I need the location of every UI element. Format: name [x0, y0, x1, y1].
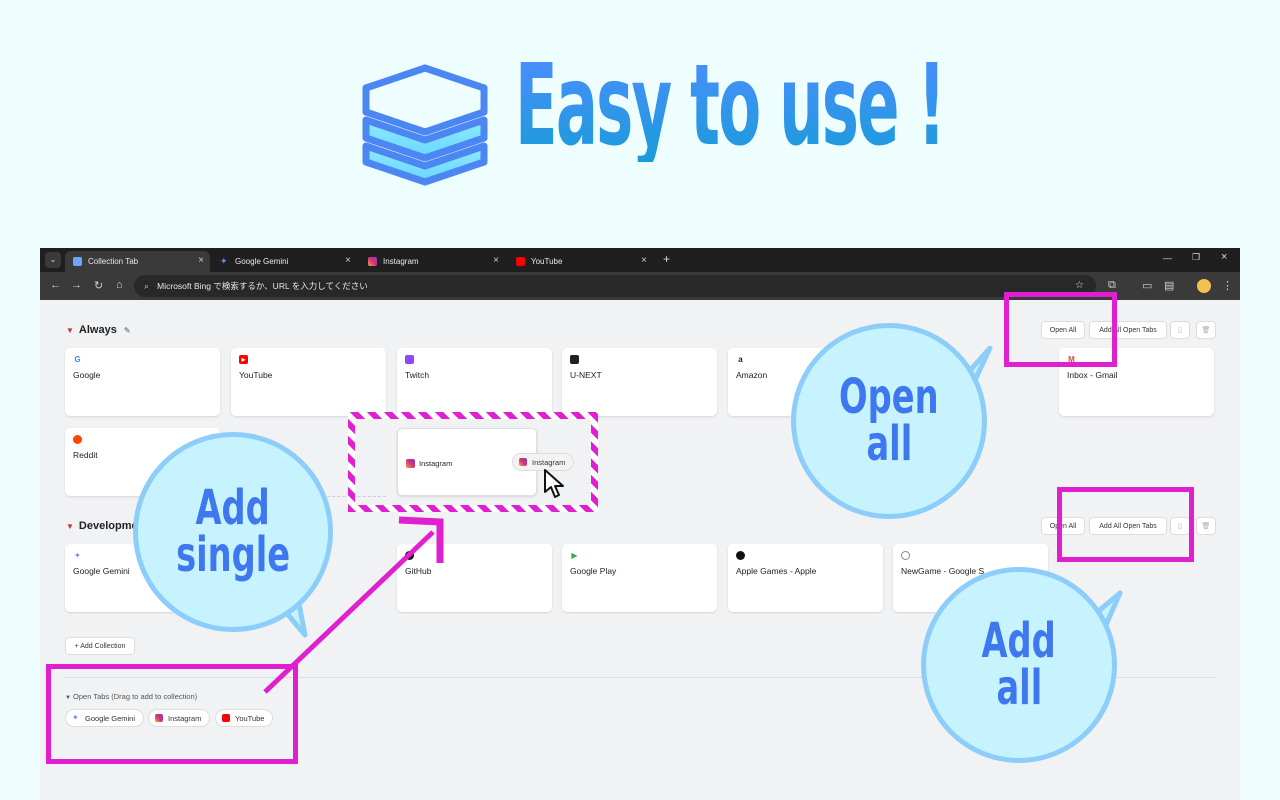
tab-search-button[interactable]: ⌄ — [45, 252, 61, 268]
callout-text: single — [175, 527, 291, 583]
close-icon[interactable]: × — [198, 255, 204, 266]
card-label: Apple Games - Apple — [736, 566, 817, 576]
address-bar-placeholder: Microsoft Bing で検索するか、URL を入力してください — [157, 281, 368, 291]
callout-add-single: Add single — [133, 432, 333, 632]
forward-icon[interactable]: → — [71, 279, 82, 291]
link-card-unext[interactable]: U-NEXT — [562, 348, 717, 416]
tab-instagram[interactable]: Instagram × — [360, 251, 505, 272]
new-tab-button[interactable]: + — [663, 252, 670, 266]
link-card-apple-games[interactable]: Apple Games - Apple — [728, 544, 883, 612]
globe-icon — [901, 551, 910, 560]
stack-logo-icon — [362, 64, 488, 186]
add-collection-button[interactable]: + Add Collection — [65, 637, 135, 655]
card-label: U-NEXT — [570, 370, 602, 380]
trash-icon[interactable]: 🗑 — [1196, 517, 1216, 535]
tab-gemini[interactable]: ✦ Google Gemini × — [212, 251, 357, 272]
tab-label: YouTube — [531, 257, 563, 266]
gemini-icon: ✦ — [220, 256, 228, 266]
collection-name: Developme — [78, 520, 138, 532]
card-label: YouTube — [239, 370, 273, 380]
hero-title: Easy to use ! — [515, 41, 946, 171]
card-label: NewGame - Google S — [901, 566, 985, 576]
link-card-twitch[interactable]: Twitch — [397, 348, 552, 416]
callout-text: Add — [195, 479, 271, 536]
close-icon[interactable]: × — [345, 255, 351, 266]
callout-text: Open — [839, 368, 939, 425]
youtube-icon — [516, 257, 525, 266]
edit-icon[interactable]: ✎ — [124, 326, 131, 335]
notes-icon[interactable]: ▯ — [1170, 321, 1190, 339]
tab-collection[interactable]: Collection Tab × — [65, 251, 210, 272]
restore-icon[interactable]: ❐ — [1192, 252, 1200, 263]
tab-strip: ⌄ Collection Tab × ✦ Google Gemini × Ins… — [40, 248, 1240, 272]
menu-icon[interactable]: ⋮ — [1222, 279, 1233, 292]
card-label: Google Gemini — [73, 566, 130, 576]
twitch-icon — [405, 355, 414, 364]
tab-youtube[interactable]: YouTube × — [508, 251, 653, 272]
window-close-icon[interactable]: × — [1221, 251, 1227, 263]
search-icon: ⌕ — [144, 281, 149, 291]
close-icon[interactable]: × — [493, 255, 499, 266]
trash-icon[interactable]: 🗑 — [1196, 321, 1216, 339]
highlight-add-all — [1057, 487, 1194, 562]
google-play-icon: ▶ — [571, 551, 578, 560]
instagram-icon — [368, 257, 377, 266]
tab-label: Google Gemini — [235, 257, 289, 266]
card-label: Reddit — [73, 450, 98, 460]
callout-text: all — [996, 660, 1042, 716]
collapse-icon[interactable]: ▼ — [66, 326, 74, 335]
extensions-icon[interactable]: ⧉ — [1108, 279, 1116, 292]
card-label: Amazon — [736, 370, 768, 380]
callout-add-all: Add all — [921, 567, 1117, 763]
collapse-icon[interactable]: ▼ — [66, 522, 74, 531]
amazon-icon: a — [738, 355, 743, 364]
split-view-icon[interactable]: ▭ — [1142, 279, 1152, 292]
avatar[interactable] — [1197, 279, 1211, 293]
youtube-icon: ▸ — [239, 355, 248, 364]
apple-icon — [736, 551, 745, 560]
collection-header-development[interactable]: ▼ Developme — [66, 520, 138, 532]
highlight-open-all — [1004, 292, 1117, 367]
close-icon[interactable]: × — [641, 255, 647, 266]
collection-tab-icon — [73, 257, 82, 266]
link-card-youtube[interactable]: ▸ YouTube — [231, 348, 386, 416]
reload-icon[interactable]: ↻ — [94, 279, 103, 292]
reddit-icon — [73, 435, 82, 444]
unext-icon — [570, 355, 579, 364]
tab-label: Instagram — [383, 257, 419, 266]
address-bar[interactable]: ⌕ Microsoft Bing で検索するか、URL を入力してください ☆ — [134, 275, 1096, 297]
card-label: Google — [73, 370, 101, 380]
collection-name: Always — [78, 324, 117, 336]
google-icon: G — [74, 355, 81, 364]
reading-list-icon[interactable]: ▤ — [1164, 279, 1174, 292]
back-icon[interactable]: ← — [50, 279, 61, 291]
callout-text: Add — [981, 612, 1057, 669]
minimize-icon[interactable]: — — [1163, 253, 1172, 263]
gemini-icon: ✦ — [74, 551, 81, 560]
callout-open-all: Open all — [791, 323, 987, 519]
home-icon[interactable]: ⌂ — [116, 279, 123, 291]
highlight-drop-zone — [348, 412, 598, 512]
card-label: Google Play — [570, 566, 617, 576]
card-label: Inbox - Gmail — [1067, 370, 1118, 380]
card-label: Twitch — [405, 370, 430, 380]
callout-text: all — [866, 416, 912, 472]
link-card-google[interactable]: G Google — [65, 348, 220, 416]
tab-label: Collection Tab — [88, 257, 139, 266]
collection-header-always[interactable]: ▼ Always ✎ — [66, 324, 131, 336]
link-card-google-play[interactable]: ▶ Google Play — [562, 544, 717, 612]
